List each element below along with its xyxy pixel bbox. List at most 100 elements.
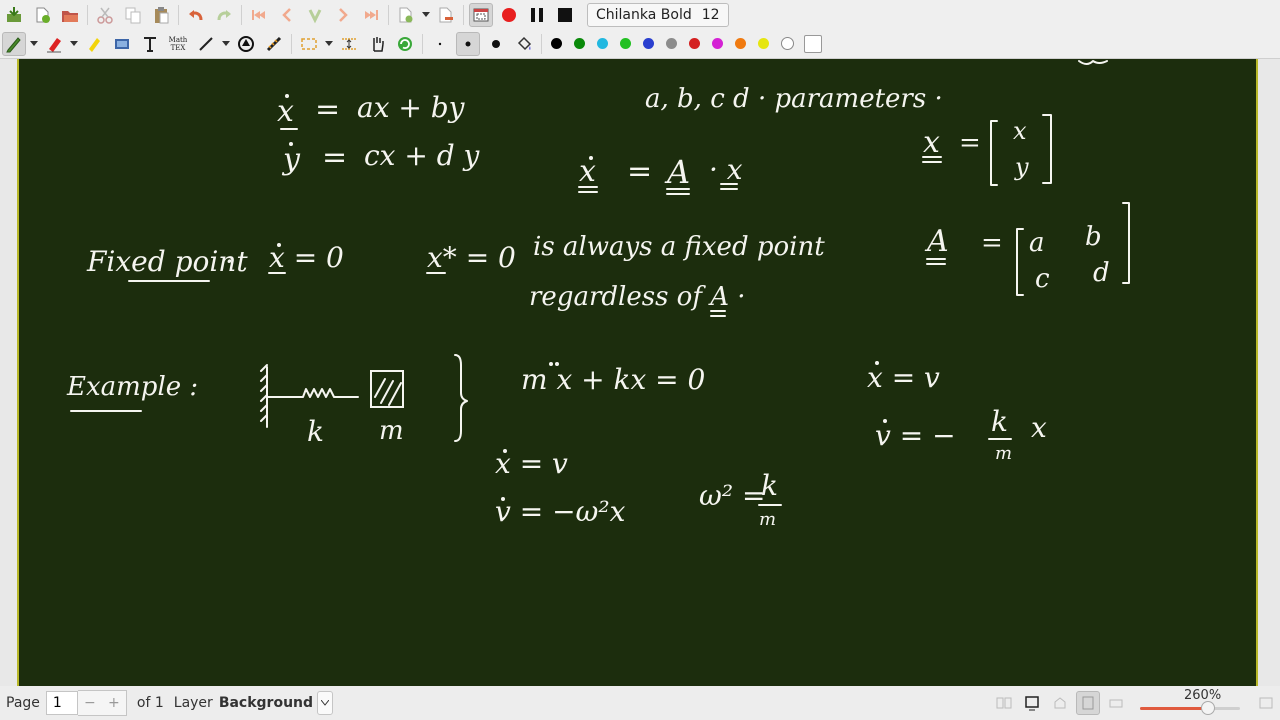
- svg-text:a: a: [1029, 228, 1045, 258]
- vertical-space-icon[interactable]: [337, 32, 361, 56]
- copy-icon[interactable]: [121, 3, 145, 27]
- svg-text:is always a fixed point: is always a fixed point: [533, 232, 825, 262]
- zoom-in-icon[interactable]: [1254, 691, 1278, 715]
- paired-pages-icon[interactable]: [992, 691, 1016, 715]
- zoom-handle[interactable]: [1201, 701, 1215, 715]
- next-page-icon[interactable]: [331, 3, 355, 27]
- thick-dot-icon[interactable]: [484, 32, 508, 56]
- first-page-icon[interactable]: [247, 3, 271, 27]
- note-params: a, b, c d · parameters ·: [645, 84, 943, 114]
- line-dropdown-icon[interactable]: [220, 32, 232, 56]
- select-dropdown-icon[interactable]: [323, 32, 335, 56]
- color-swatch[interactable]: [712, 38, 723, 49]
- cut-icon[interactable]: [93, 3, 117, 27]
- math-tex-icon[interactable]: Math TEX: [166, 32, 190, 56]
- svg-text:k: k: [991, 405, 1008, 438]
- presentation-mode-icon[interactable]: [1020, 691, 1044, 715]
- note-page[interactable]: x = ax + by y = cx + d y a, b, c d · par…: [17, 59, 1258, 686]
- add-page-dropdown-icon[interactable]: [420, 3, 432, 27]
- pause-icon[interactable]: [525, 3, 549, 27]
- stop-icon[interactable]: [553, 3, 577, 27]
- svg-text:d: d: [1093, 258, 1110, 288]
- font-selector-button[interactable]: Chilanka Bold 12: [587, 2, 729, 27]
- shape-recognizer-icon[interactable]: [234, 32, 258, 56]
- toolbar-separator: [422, 33, 423, 54]
- save-icon[interactable]: [2, 3, 26, 27]
- add-page-icon[interactable]: [394, 3, 418, 27]
- undo-icon[interactable]: [184, 3, 208, 27]
- fine-dot-icon[interactable]: [428, 32, 452, 56]
- eraser-icon[interactable]: [42, 32, 66, 56]
- status-bar: Page − + of 1 Layer Background 260%: [0, 686, 1280, 720]
- fullscreen-icon[interactable]: [469, 2, 493, 27]
- color-swatch[interactable]: [735, 38, 746, 49]
- note-eq-system2: x = v: [867, 361, 940, 394]
- font-name: Chilanka Bold: [596, 6, 692, 23]
- pen-icon[interactable]: [2, 31, 26, 56]
- svg-text:m: m: [759, 509, 776, 530]
- page-number-input[interactable]: [45, 691, 78, 715]
- ruler-icon[interactable]: [262, 32, 286, 56]
- color-swatch[interactable]: [597, 38, 608, 49]
- hand-icon[interactable]: [365, 32, 389, 56]
- zoom-page-width-icon[interactable]: [1076, 691, 1100, 715]
- highlighter-icon[interactable]: [82, 32, 106, 56]
- delete-page-icon[interactable]: [434, 3, 458, 27]
- color-swatch[interactable]: [758, 38, 769, 49]
- refresh-icon[interactable]: [393, 32, 417, 56]
- svg-text:=: =: [322, 140, 347, 175]
- toolbar-separator: [241, 4, 242, 25]
- page-increment-button[interactable]: +: [102, 691, 126, 715]
- zoom-out-icon[interactable]: [1104, 691, 1128, 715]
- goto-page-icon[interactable]: [303, 3, 327, 27]
- zoom-track: [1140, 707, 1240, 710]
- color-swatch[interactable]: [551, 38, 562, 49]
- chevron-down-icon[interactable]: [317, 691, 334, 715]
- svg-text:k: k: [761, 469, 778, 502]
- zoom-fit-icon[interactable]: [1048, 691, 1072, 715]
- layer-label: Layer: [173, 695, 213, 711]
- previous-page-icon[interactable]: [275, 3, 299, 27]
- eraser-dropdown-icon[interactable]: [68, 32, 80, 56]
- layer-select[interactable]: Background: [219, 691, 334, 715]
- medium-dot-icon[interactable]: [456, 31, 480, 56]
- svg-text:m: m: [379, 416, 404, 446]
- record-icon[interactable]: [497, 3, 521, 27]
- svg-text:·: ·: [225, 245, 234, 278]
- svg-text:=: =: [315, 92, 340, 127]
- new-page-icon[interactable]: [30, 3, 54, 27]
- select-rect-icon[interactable]: [297, 32, 321, 56]
- toolbar-separator: [541, 33, 542, 54]
- color-swatch[interactable]: [620, 38, 631, 49]
- svg-text:x: x: [1031, 411, 1047, 444]
- color-swatch[interactable]: [689, 38, 700, 49]
- text-icon[interactable]: [138, 32, 162, 56]
- note-matrix-A: A: [924, 224, 949, 259]
- fill-icon[interactable]: [512, 32, 536, 56]
- page-decrement-button[interactable]: −: [78, 691, 102, 715]
- zoom-slider[interactable]: 260%: [1136, 686, 1246, 720]
- custom-color-button[interactable]: [804, 34, 822, 53]
- svg-text:· x: · x: [709, 153, 743, 186]
- font-size: 12: [701, 6, 720, 23]
- page-stepper: − +: [77, 690, 127, 716]
- page-count-label: of 1: [136, 695, 164, 711]
- image-icon[interactable]: [110, 32, 134, 56]
- note-eq-matrix: x: [579, 154, 596, 189]
- note-eq1: x: [277, 94, 294, 129]
- pen-dropdown-icon[interactable]: [28, 32, 40, 56]
- open-icon[interactable]: [58, 3, 82, 27]
- last-page-icon[interactable]: [359, 3, 383, 27]
- line-icon[interactable]: [194, 32, 218, 56]
- color-swatch[interactable]: [574, 38, 585, 49]
- paste-icon[interactable]: [149, 3, 173, 27]
- note-example: Example :: [66, 372, 198, 402]
- svg-text:ax + by: ax + by: [357, 91, 466, 124]
- spring-mass-diagram: k m: [260, 364, 404, 448]
- color-swatch[interactable]: [643, 38, 654, 49]
- math-tex-label: Math: [168, 35, 188, 44]
- color-swatch[interactable]: [666, 38, 677, 49]
- color-swatch[interactable]: [781, 37, 794, 50]
- redo-icon[interactable]: [212, 3, 236, 27]
- note-fixed-point-statement: x* = 0: [427, 241, 516, 274]
